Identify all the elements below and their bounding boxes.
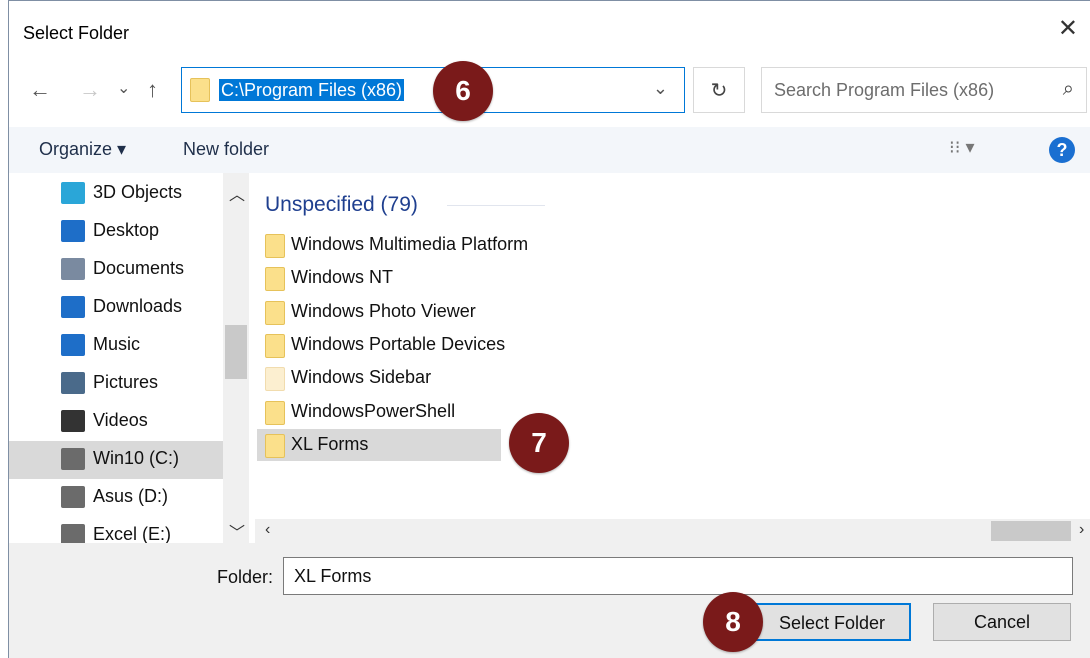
folder-name-value: XL Forms (294, 566, 372, 586)
view-options-button[interactable]: ⁝⁝ ▾ (949, 137, 974, 158)
folder-label: Folder: (217, 567, 274, 587)
drive-icon (61, 524, 85, 543)
list-item-label: XL Forms (291, 433, 369, 454)
desktop-icon (61, 220, 85, 242)
search-placeholder: Search Program Files (x86) (774, 80, 995, 100)
horizontal-scrollbar[interactable]: ‹ › (255, 519, 1090, 543)
command-toolbar: Organize ▾ New folder ⁝⁝ ▾ ? (9, 127, 1090, 173)
group-divider (447, 205, 545, 206)
list-item[interactable]: Windows Photo Viewer (257, 296, 501, 328)
list-item-label: Windows Sidebar (291, 367, 432, 388)
select-folder-button[interactable]: Select Folder (753, 603, 911, 641)
sidebar-item-label: Asus (D:) (93, 486, 169, 506)
sidebar-item-label: Excel (E:) (93, 524, 172, 543)
list-item[interactable]: Windows Multimedia Platform (257, 229, 528, 261)
list-item-label: Windows Photo Viewer (291, 300, 476, 321)
sidebar-item-label: Downloads (93, 296, 183, 316)
sidebar-item[interactable]: Documents (9, 251, 223, 289)
cube-icon (61, 182, 85, 204)
address-path[interactable]: C:\Program Files (x86) (219, 79, 405, 101)
cancel-button[interactable]: Cancel (933, 603, 1071, 641)
callout-badge-8: 8 (703, 592, 763, 652)
sidebar-item-label: Documents (93, 258, 185, 278)
dialog-title: Select Folder (23, 23, 130, 43)
back-button[interactable]: ← (29, 79, 51, 101)
music-note-icon (61, 334, 85, 356)
list-item[interactable]: Windows Portable Devices (257, 329, 505, 361)
list-item-label: Windows Portable Devices (291, 333, 506, 354)
folder-icon (265, 267, 285, 292)
scroll-down-icon[interactable]: ﹀ (229, 519, 245, 543)
folder-icon (265, 234, 285, 258)
pictures-icon (61, 372, 85, 394)
folder-name-field[interactable]: XL Forms (283, 557, 1073, 595)
download-arrow-icon (61, 296, 85, 318)
sidebar-item-label: 3D Objects (93, 182, 183, 202)
sidebar-item[interactable]: Win10 (C:) (9, 441, 223, 479)
chevron-down-icon[interactable]: ⌄ (653, 78, 668, 99)
sidebar-item[interactable]: 3D Objects (9, 175, 223, 213)
group-header[interactable]: Unspecified (79) (265, 193, 418, 217)
folder-icon (265, 433, 285, 458)
select-folder-dialog: Select Folder ✕ ← → ⌄ ↑ C:\Program Files… (8, 0, 1090, 658)
folder-icon (265, 367, 285, 392)
search-input[interactable]: Search Program Files (x86) ⌕ (761, 67, 1087, 113)
callout-badge-7: 7 (509, 413, 569, 473)
sidebar-item-label: Win10 (C:) (93, 448, 180, 468)
sidebar-item[interactable]: Music (9, 327, 223, 365)
list-item[interactable]: WindowsPowerShell (257, 396, 501, 428)
folder-icon (265, 400, 285, 425)
drive-icon (61, 486, 85, 508)
navigation-scrollbar[interactable]: ︿ ﹀ (223, 173, 249, 543)
list-item-label: Windows NT (291, 267, 394, 288)
folder-icon (265, 333, 285, 358)
sidebar-item[interactable]: Downloads (9, 289, 223, 327)
forward-button[interactable]: → (79, 79, 101, 101)
document-icon (61, 258, 85, 280)
scroll-thumb[interactable] (991, 521, 1071, 541)
callout-badge-6: 6 (433, 61, 493, 121)
close-icon[interactable]: ✕ (1058, 17, 1078, 41)
sidebar-item[interactable]: Pictures (9, 365, 223, 403)
new-folder-button[interactable]: New folder (183, 139, 269, 160)
sidebar-item-label: Music (93, 334, 141, 354)
navigation-pane: 3D Objects Desktop Documents Downloads Music… (9, 173, 249, 543)
list-item[interactable]: Windows Sidebar (257, 362, 501, 394)
sidebar-item[interactable]: Asus (D:) (9, 479, 223, 517)
sidebar-item-label: Videos (93, 410, 148, 430)
file-list: Unspecified (79) Windows Multimedia Plat… (255, 173, 1090, 519)
list-item[interactable]: XL Forms (257, 428, 501, 461)
sidebar-item[interactable]: Excel (E:) (9, 517, 223, 543)
drive-windows-icon (61, 448, 85, 470)
up-button[interactable]: ↑ (147, 79, 158, 101)
sidebar-item[interactable]: Videos (9, 403, 223, 441)
folder-icon (190, 78, 210, 102)
dialog-footer: Folder: XL Forms Select Folder Cancel (9, 543, 1090, 658)
sidebar-item-label: Desktop (93, 220, 160, 240)
help-icon[interactable]: ? (1049, 137, 1075, 163)
list-item-label: Windows Multimedia Platform (291, 234, 529, 254)
scroll-right-icon[interactable]: › (1079, 521, 1084, 539)
search-icon[interactable]: ⌕ (1063, 78, 1074, 101)
folder-icon (265, 300, 285, 325)
list-item[interactable]: Windows NT (257, 262, 501, 294)
sidebar-item-label: Pictures (93, 372, 159, 392)
list-item-label: WindowsPowerShell (291, 400, 456, 421)
organize-menu[interactable]: Organize ▾ (39, 139, 126, 160)
film-icon (61, 410, 85, 432)
recent-locations-button[interactable]: ⌄ (117, 81, 130, 97)
scroll-thumb[interactable] (225, 325, 247, 379)
scroll-up-icon[interactable]: ︿ (229, 181, 245, 205)
sidebar-item[interactable]: Desktop (9, 213, 223, 251)
refresh-button[interactable]: ↻ (693, 67, 745, 113)
scroll-left-icon[interactable]: ‹ (265, 521, 270, 539)
